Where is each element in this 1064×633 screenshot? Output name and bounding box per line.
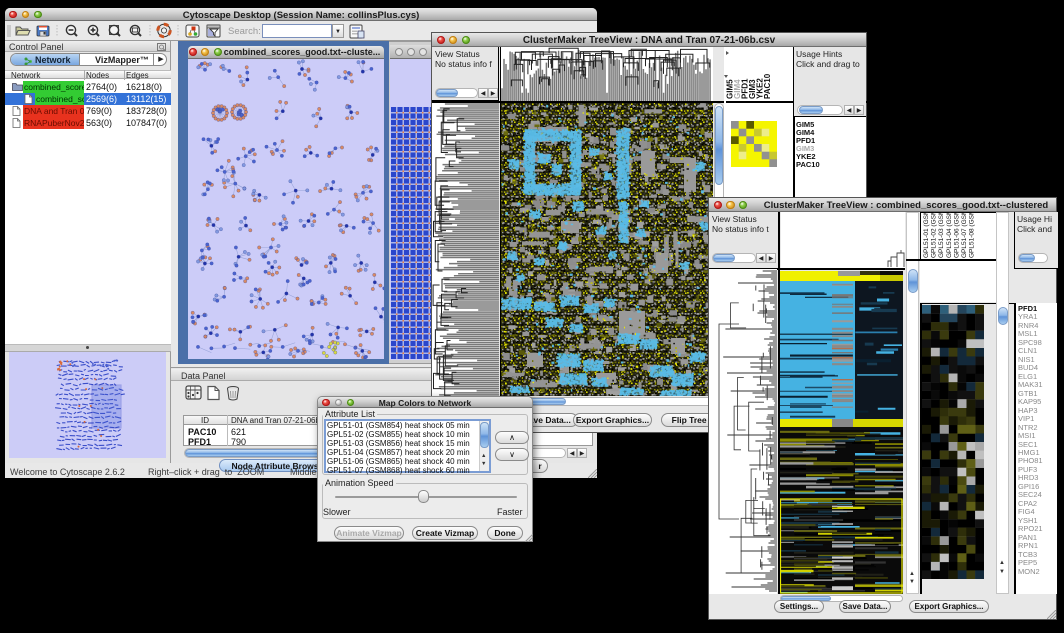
svg-text:GPL51-03 (GSM856): GPL51-03 (GSM856)	[938, 212, 945, 258]
svg-text:GPL51-02 (GSM855): GPL51-02 (GSM855)	[931, 212, 938, 258]
svg-text:GPL51-07 (GSM868): GPL51-07 (GSM868)	[961, 212, 968, 258]
svg-text:GPL51-04 (GSM857): GPL51-04 (GSM857)	[946, 212, 953, 258]
svg-text:PAC10: PAC10	[763, 73, 772, 99]
svg-text:GPL51-08 (GSM872): GPL51-08 (GSM872)	[969, 212, 976, 258]
svg-text:GPL51-06 (GSM865): GPL51-06 (GSM865)	[953, 212, 960, 258]
svg-text:GPL51-01 (GSM854): GPL51-01 (GSM854)	[923, 212, 930, 258]
